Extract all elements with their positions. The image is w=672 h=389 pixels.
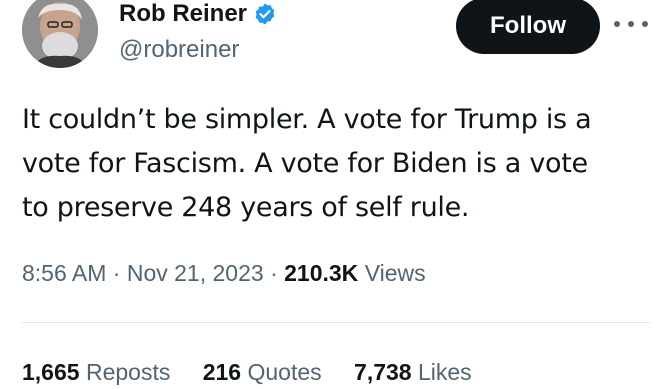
reposts-stat[interactable]: 1,665 Reposts bbox=[22, 359, 170, 385]
tweet-line: vote for Fascism. A vote for Biden is a … bbox=[22, 148, 588, 179]
avatar-photo bbox=[22, 0, 98, 68]
reposts-count: 1,665 bbox=[22, 359, 80, 385]
author-display-name[interactable]: Rob Reiner bbox=[119, 0, 247, 32]
tweet-line: It couldn’t be simpler. A vote for Trump… bbox=[22, 104, 592, 135]
likes-stat[interactable]: 7,738 Likes bbox=[354, 359, 472, 385]
meta-separator: · bbox=[270, 260, 278, 286]
tweet-time[interactable]: 8:56 AM bbox=[22, 260, 106, 286]
meta-separator: · bbox=[112, 260, 121, 286]
tweet-text: It couldn’t be simpler. A vote for Trump… bbox=[22, 98, 662, 230]
reposts-label: Reposts bbox=[85, 359, 171, 385]
quotes-stat[interactable]: 216 Quotes bbox=[203, 359, 322, 385]
engagement-stats: 1,665 Reposts 216 Quotes 7,738 Likes bbox=[22, 355, 498, 389]
more-dot bbox=[628, 21, 634, 27]
more-dot bbox=[642, 21, 648, 27]
avatar[interactable] bbox=[22, 0, 98, 68]
author-handle[interactable]: @robreiner bbox=[119, 33, 239, 67]
likes-label: Likes bbox=[417, 359, 472, 385]
divider bbox=[22, 322, 650, 323]
tweet-date[interactable]: Nov 21, 2023 bbox=[127, 260, 264, 286]
views-label[interactable]: Views bbox=[365, 260, 426, 286]
likes-count: 7,738 bbox=[354, 359, 412, 385]
author-name-row: Rob Reiner bbox=[119, 0, 277, 32]
quotes-count: 216 bbox=[202, 359, 242, 385]
more-options-icon[interactable] bbox=[614, 17, 648, 31]
quotes-label: Quotes bbox=[247, 359, 322, 385]
tweet-meta: 8:56 AM · Nov 21, 2023 · 210.3K Views bbox=[22, 256, 426, 290]
verified-badge-icon[interactable] bbox=[253, 2, 277, 26]
tweet-line: to preserve 248 years of self rule. bbox=[22, 192, 470, 223]
follow-button[interactable]: Follow bbox=[456, 0, 600, 54]
views-count[interactable]: 210.3K bbox=[284, 260, 358, 286]
more-dot bbox=[614, 21, 620, 27]
